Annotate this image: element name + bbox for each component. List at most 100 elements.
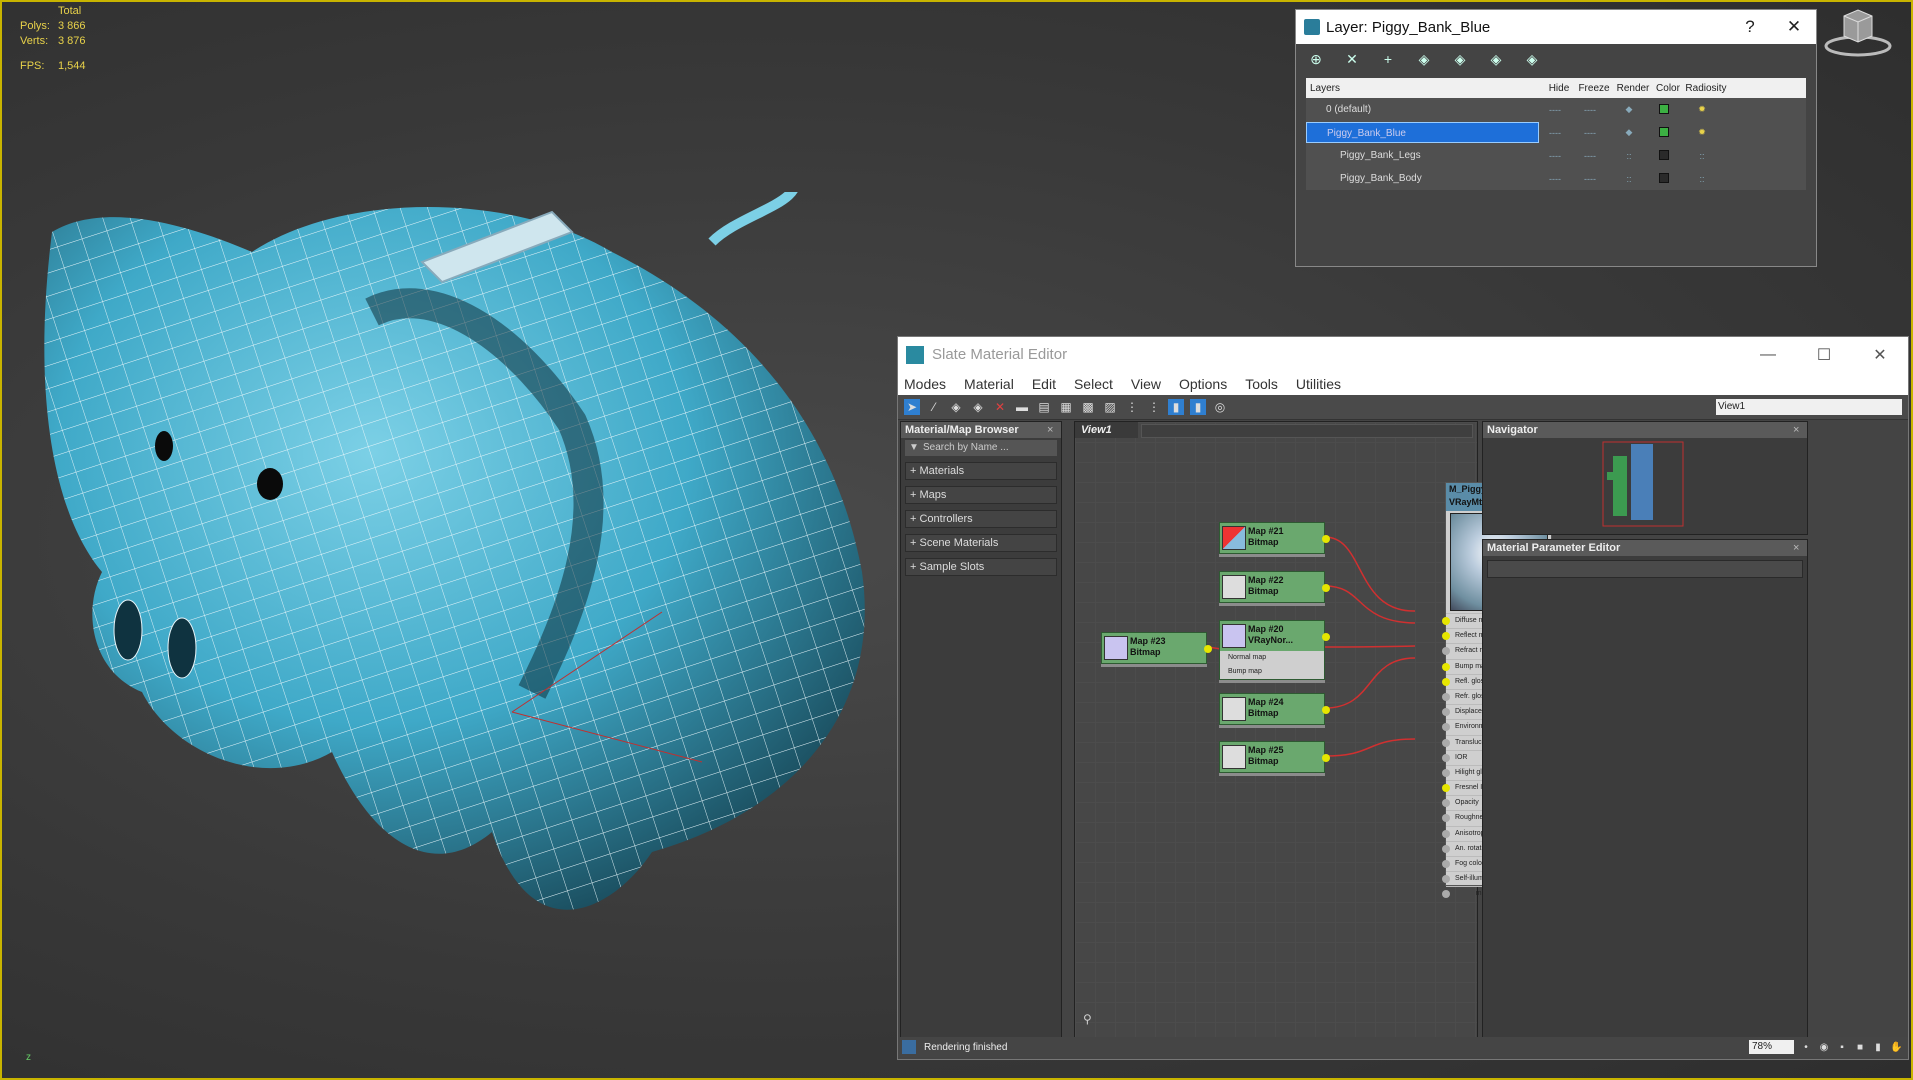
layer-name[interactable]: Piggy_Bank_Body xyxy=(1306,168,1539,189)
layout-all-icon[interactable]: ▨ xyxy=(1102,399,1118,415)
put-to-scene-icon[interactable]: ◈ xyxy=(948,399,964,415)
layer-freeze-toggle[interactable]: ---- xyxy=(1571,128,1609,138)
navigator-minimap[interactable] xyxy=(1483,438,1807,532)
layer-radiosity-icon[interactable]: :: xyxy=(1679,174,1725,184)
menu-utilities[interactable]: Utilities xyxy=(1296,376,1341,392)
col-render[interactable]: Render xyxy=(1613,83,1653,94)
freeze-all-icon[interactable]: ◈ xyxy=(1524,51,1540,67)
move-children-icon[interactable]: ▬ xyxy=(1014,399,1030,415)
hand-pan-icon[interactable]: ✋ xyxy=(1890,1042,1902,1053)
layer-color-swatch[interactable] xyxy=(1649,103,1679,116)
group-maps[interactable]: + Maps xyxy=(905,486,1057,504)
layer-freeze-toggle[interactable]: ---- xyxy=(1571,151,1609,161)
layer-name[interactable]: 0 (default) xyxy=(1306,99,1539,120)
layer-name[interactable]: Piggy_Bank_Legs xyxy=(1306,145,1539,166)
show-background-icon[interactable]: ▩ xyxy=(1080,399,1096,415)
menu-edit[interactable]: Edit xyxy=(1032,376,1056,392)
layer-radiosity-icon[interactable]: ✹ xyxy=(1679,127,1725,138)
output-socket[interactable] xyxy=(1322,754,1330,762)
layer-radiosity-icon[interactable]: :: xyxy=(1679,151,1725,161)
zoom-icon[interactable]: ◉ xyxy=(1818,1042,1830,1053)
layer-render-toggle[interactable]: ◆ xyxy=(1609,127,1649,138)
maximize-button[interactable]: ☐ xyxy=(1796,345,1852,365)
create-layer-icon[interactable]: + xyxy=(1380,51,1396,67)
group-sample-slots[interactable]: + Sample Slots xyxy=(905,558,1057,576)
menu-select[interactable]: Select xyxy=(1074,376,1113,392)
show-map-icon[interactable]: ▦ xyxy=(1058,399,1074,415)
hide-all-icon[interactable]: ◈ xyxy=(1488,51,1504,67)
group-scene-materials[interactable]: + Scene Materials xyxy=(905,534,1057,552)
layer-row[interactable]: Piggy_Bank_Legs ---- ---- :: :: xyxy=(1306,144,1806,167)
delete-layer-icon[interactable]: ✕ xyxy=(1344,51,1360,67)
binoculars-icon[interactable]: ⚲ xyxy=(1083,1012,1092,1026)
mpe-close-icon[interactable]: × xyxy=(1793,540,1807,556)
layer-dialog-titlebar[interactable]: Layer: Piggy_Bank_Blue ? ✕ xyxy=(1296,10,1816,44)
slate-titlebar[interactable]: Slate Material Editor — ☐ ✕ xyxy=(898,337,1908,372)
menu-material[interactable]: Material xyxy=(964,376,1014,392)
layer-color-swatch[interactable] xyxy=(1649,172,1679,185)
node-map-22[interactable]: Map #22 Bitmap xyxy=(1219,571,1330,603)
zoom-selected-icon[interactable]: ▮ xyxy=(1872,1042,1884,1053)
layer-name[interactable]: Piggy_Bank_Blue xyxy=(1306,122,1539,143)
piggy-bank-mesh[interactable] xyxy=(12,192,872,1022)
output-socket[interactable] xyxy=(1322,706,1330,714)
zoom-extents-icon[interactable]: ■ xyxy=(1854,1042,1866,1053)
material-browser-toggle-icon[interactable]: ▮ xyxy=(1168,399,1184,415)
col-color[interactable]: Color xyxy=(1653,83,1683,94)
layout-vertical-icon[interactable]: ⋮ xyxy=(1146,399,1162,415)
browser-close-button[interactable]: × xyxy=(1047,422,1061,438)
browser-search-input[interactable]: ▼ Search by Name ... xyxy=(905,440,1057,456)
minimize-button[interactable]: — xyxy=(1740,346,1796,364)
pick-material-icon[interactable]: ⁄ xyxy=(926,399,942,415)
slot-bump-map[interactable]: Bump map xyxy=(1220,665,1324,679)
layer-freeze-toggle[interactable]: ---- xyxy=(1571,105,1609,115)
zoom-dropdown[interactable]: 78% xyxy=(1749,1040,1794,1054)
help-button[interactable]: ? xyxy=(1728,17,1772,37)
layer-render-toggle[interactable]: :: xyxy=(1609,151,1649,161)
col-freeze[interactable]: Freeze xyxy=(1575,83,1613,94)
add-to-layer-icon[interactable]: ⊕ xyxy=(1308,51,1324,67)
col-hide[interactable]: Hide xyxy=(1543,83,1575,94)
navigator-close-icon[interactable]: × xyxy=(1793,422,1807,438)
group-materials[interactable]: + Materials xyxy=(905,462,1057,480)
layer-hide-toggle[interactable]: ---- xyxy=(1539,128,1571,138)
node-map-24[interactable]: Map #24 Bitmap xyxy=(1219,693,1330,725)
view-select-dropdown[interactable]: View1 xyxy=(1716,399,1902,415)
layer-radiosity-icon[interactable]: ✹ xyxy=(1679,104,1725,115)
select-objects-icon[interactable]: ◈ xyxy=(1416,51,1432,67)
layout-children-icon[interactable]: ⋮ xyxy=(1124,399,1140,415)
search-options-icon[interactable]: ▼ xyxy=(909,440,919,456)
menu-modes[interactable]: Modes xyxy=(904,376,946,392)
node-map-23[interactable]: Map #23 Bitmap xyxy=(1101,632,1212,664)
delete-selected-icon[interactable]: ✕ xyxy=(992,399,1008,415)
select-by-material-icon[interactable]: ◎ xyxy=(1212,399,1228,415)
layer-row[interactable]: 0 (default) ---- ---- ◆ ✹ xyxy=(1306,98,1806,121)
assign-to-selection-icon[interactable]: ◈ xyxy=(970,399,986,415)
viewcube-icon[interactable] xyxy=(1822,6,1894,58)
slot-normal-map[interactable]: Normal map xyxy=(1220,651,1324,665)
select-tool-icon[interactable]: ➤ xyxy=(904,399,920,415)
close-button[interactable]: ✕ xyxy=(1852,345,1908,365)
close-button[interactable]: ✕ xyxy=(1772,17,1816,37)
layer-hide-toggle[interactable]: ---- xyxy=(1539,105,1571,115)
col-layers[interactable]: Layers xyxy=(1306,83,1543,94)
layer-row[interactable]: Piggy_Bank_Body ---- ---- :: :: xyxy=(1306,167,1806,190)
layer-color-swatch[interactable] xyxy=(1649,126,1679,139)
parameter-editor-toggle-icon[interactable]: ▮ xyxy=(1190,399,1206,415)
node-map-20-vraynormal[interactable]: Map #20 VRayNor... Normal map Bump map xyxy=(1219,620,1330,680)
layer-hide-toggle[interactable]: ---- xyxy=(1539,174,1571,184)
layer-freeze-toggle[interactable]: ---- xyxy=(1571,174,1609,184)
layer-render-toggle[interactable]: :: xyxy=(1609,174,1649,184)
node-view[interactable]: View1 Map #21 Bitmap Map #22 Bitmap Map … xyxy=(1074,421,1552,1039)
output-socket[interactable] xyxy=(1204,645,1212,653)
output-socket[interactable] xyxy=(1322,633,1330,641)
menu-view[interactable]: View xyxy=(1131,376,1161,392)
group-controllers[interactable]: + Controllers xyxy=(905,510,1057,528)
hide-unused-slots-icon[interactable]: ▤ xyxy=(1036,399,1052,415)
layer-render-toggle[interactable]: ◆ xyxy=(1609,104,1649,115)
layer-hide-toggle[interactable]: ---- xyxy=(1539,151,1571,161)
mpe-name-field[interactable] xyxy=(1487,560,1803,578)
layer-row-selected[interactable]: Piggy_Bank_Blue ---- ---- ◆ ✹ xyxy=(1306,121,1806,144)
highlight-layer-icon[interactable]: ◈ xyxy=(1452,51,1468,67)
output-socket[interactable] xyxy=(1322,584,1330,592)
